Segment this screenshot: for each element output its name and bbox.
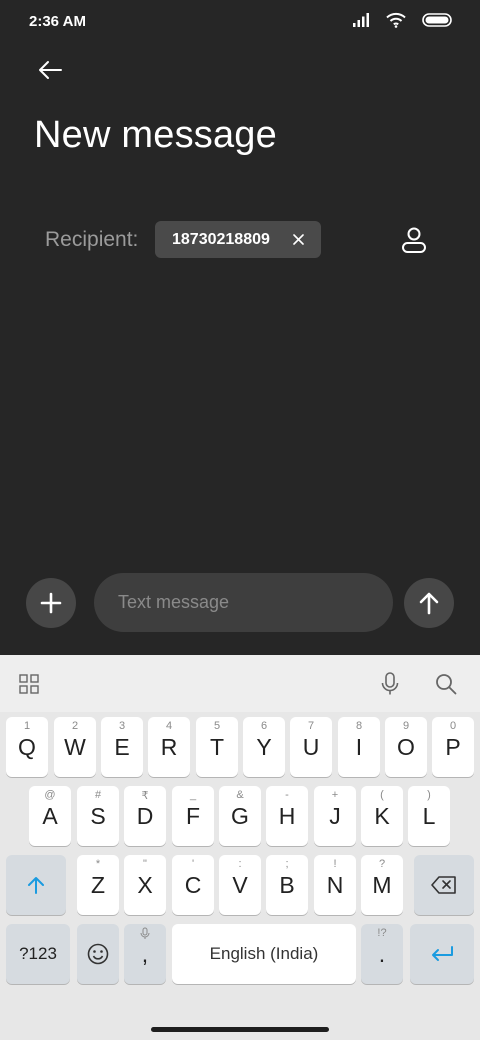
message-input[interactable] — [94, 573, 393, 632]
keyboard-toolbar — [0, 655, 480, 712]
back-button[interactable] — [30, 52, 70, 92]
space-key[interactable]: English (India) — [172, 924, 356, 984]
comma-key[interactable]: , — [124, 924, 166, 984]
page-title: New message — [34, 114, 277, 156]
key-i[interactable]: 8I — [338, 717, 380, 777]
signal-icon — [352, 12, 370, 33]
close-icon — [292, 233, 304, 245]
status-icons — [352, 12, 452, 33]
key-f[interactable]: _ F — [172, 786, 214, 846]
key-n[interactable]: ! N — [314, 855, 356, 915]
microphone-hint-icon — [124, 927, 166, 940]
key-e[interactable]: 3E — [101, 717, 143, 777]
key-x[interactable]: " X — [124, 855, 166, 915]
key-v[interactable]: :V — [219, 855, 261, 915]
status-bar: 2:36 AM — [0, 0, 480, 44]
key-p[interactable]: 0P — [432, 717, 474, 777]
person-icon — [402, 227, 426, 253]
home-gesture-bar[interactable] — [151, 1027, 329, 1032]
arrow-up-icon — [419, 592, 439, 615]
key-r[interactable]: 4R — [148, 717, 190, 777]
key-q[interactable]: 1Q — [6, 717, 48, 777]
key-j[interactable]: + J — [314, 786, 356, 846]
select-contact-button[interactable] — [396, 222, 432, 258]
enter-key[interactable] — [410, 924, 474, 984]
voice-input-button[interactable] — [372, 666, 408, 702]
shift-arrow-icon — [28, 877, 44, 894]
backspace-icon — [431, 876, 456, 894]
key-z[interactable]: * Z — [77, 855, 119, 915]
recipient-chip-number: 18730218809 — [172, 230, 270, 248]
key-k[interactable]: (K — [361, 786, 403, 846]
key-d[interactable]: ₹ D — [124, 786, 166, 846]
emoji-key[interactable] — [77, 924, 119, 984]
wifi-icon — [386, 12, 406, 33]
key-h[interactable]: -H — [266, 786, 308, 846]
key-l[interactable]: ) L — [408, 786, 450, 846]
keyboard-menu-button[interactable] — [11, 666, 47, 702]
remove-recipient-button[interactable] — [289, 230, 307, 248]
add-attachment-button[interactable] — [26, 578, 76, 628]
send-button[interactable] — [404, 578, 454, 628]
key-u[interactable]: 7U — [290, 717, 332, 777]
enter-icon — [432, 946, 453, 961]
arrow-left-icon — [37, 60, 63, 85]
key-s[interactable]: # S — [77, 786, 119, 846]
backspace-key[interactable] — [414, 855, 474, 915]
key-m[interactable]: ? M — [361, 855, 403, 915]
grid-icon — [19, 674, 39, 694]
search-icon — [436, 674, 457, 695]
recipient-chip[interactable]: 18730218809 — [155, 221, 321, 258]
key-g[interactable]: & G — [219, 786, 261, 846]
symbols-key[interactable]: ?123 — [6, 924, 70, 984]
period-key[interactable]: !? . — [361, 924, 403, 984]
keyboard-search-button[interactable] — [428, 666, 464, 702]
key-t[interactable]: 5T — [196, 717, 238, 777]
battery-icon — [422, 13, 452, 32]
key-o[interactable]: 9O — [385, 717, 427, 777]
plus-icon — [40, 592, 62, 614]
key-a[interactable]: @ A — [29, 786, 71, 846]
shift-key[interactable] — [6, 855, 66, 915]
emoji-icon — [87, 943, 109, 965]
key-w[interactable]: 2W — [54, 717, 96, 777]
recipient-label: Recipient: — [45, 228, 139, 251]
status-time: 2:36 AM — [29, 13, 86, 30]
key-c[interactable]: ' C — [172, 855, 214, 915]
key-y[interactable]: 6Y — [243, 717, 285, 777]
key-b[interactable]: ; B — [266, 855, 308, 915]
microphone-icon — [381, 672, 399, 695]
keyboard: 1Q 2W 3E 4R 5T 6Y 7U 8I 9O 0P @ A # S ₹ D _… — [0, 655, 480, 1040]
